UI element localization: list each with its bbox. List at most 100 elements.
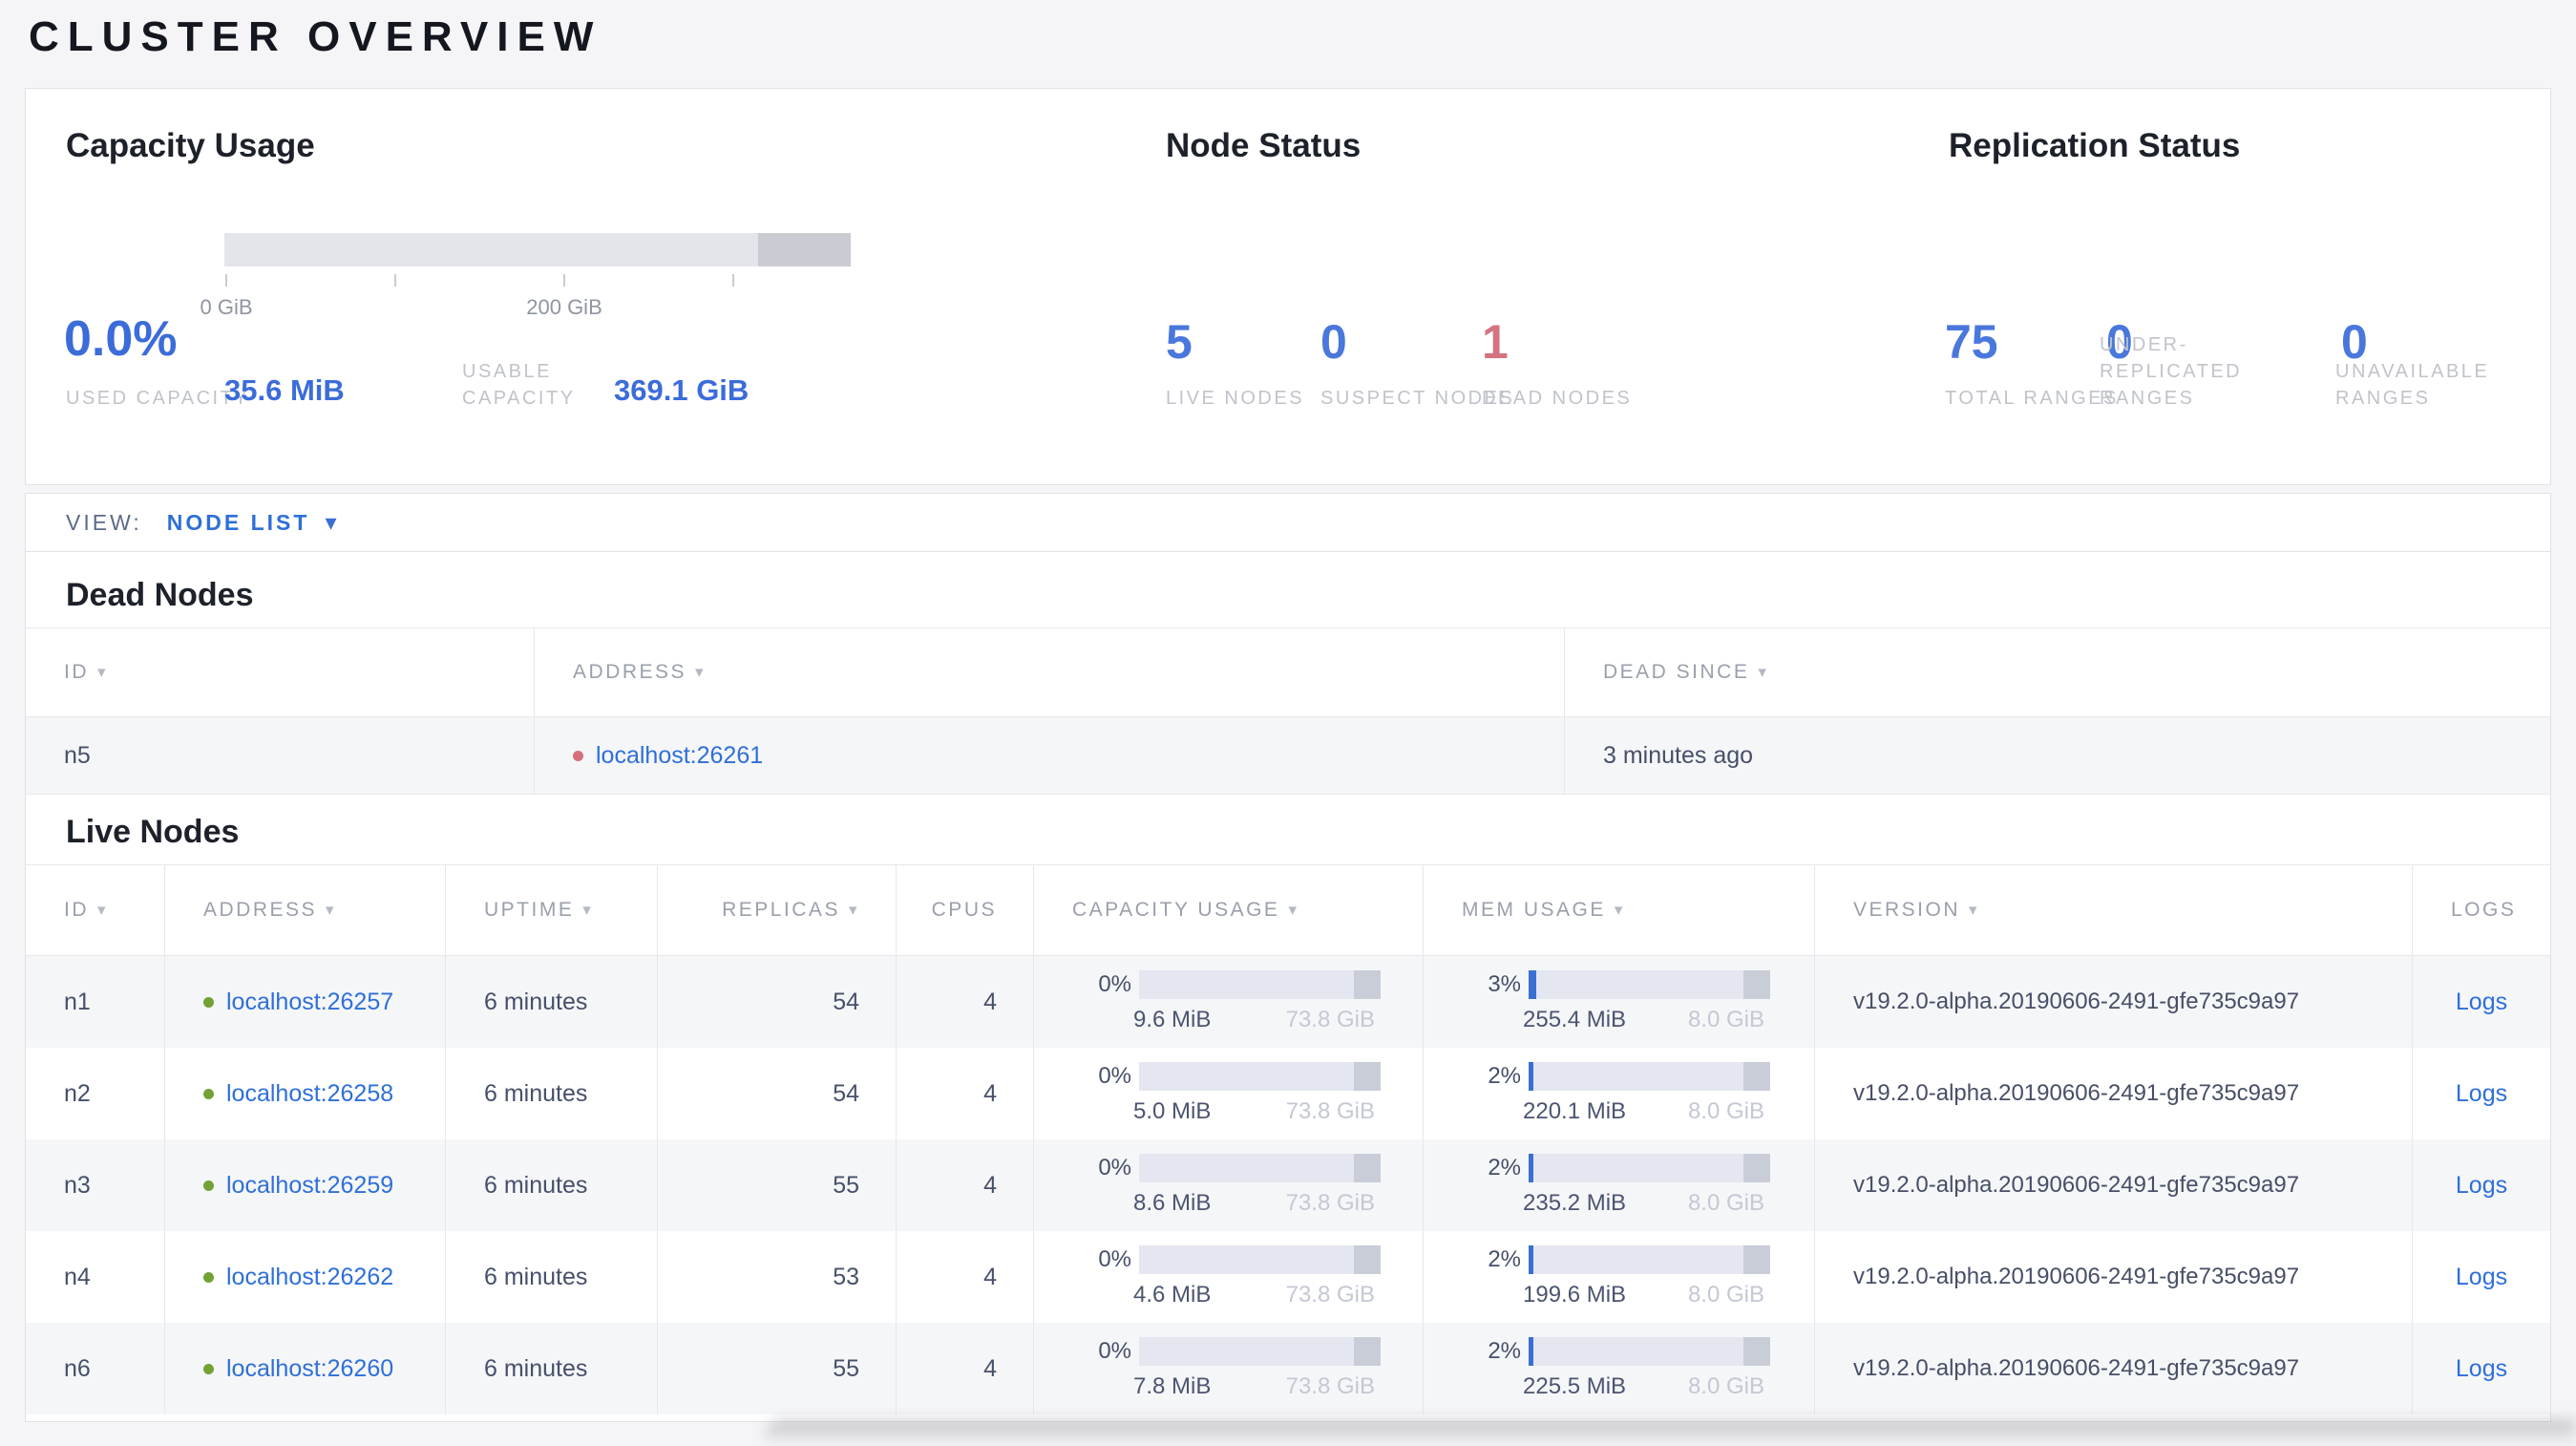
view-bar: VIEW: NODE LIST ▾	[26, 494, 2550, 552]
version-cell: v19.2.0-alpha.20190606-2491-gfe735c9a97	[1815, 956, 2413, 1048]
capacity-usage-bar	[224, 233, 851, 266]
dead-status-dot	[573, 750, 583, 761]
sort-arrow-icon: ▾	[1614, 901, 1625, 919]
logs-link[interactable]: Logs	[2456, 989, 2507, 1016]
node-list-card: VIEW: NODE LIST ▾ Dead Nodes ID ▾ ADDRES…	[25, 493, 2551, 1422]
live-col-id[interactable]: ID ▾	[26, 865, 165, 955]
live-col-version[interactable]: VERSION ▾	[1815, 865, 2413, 955]
table-row: n2 localhost:26258 6 minutes 54 4 0% 5.0…	[26, 1048, 2550, 1139]
sort-arrow-icon: ▾	[848, 901, 859, 919]
node-address-link[interactable]: localhost:26257	[226, 989, 393, 1016]
node-address-cell: localhost:26259	[165, 1139, 446, 1231]
mem-percent: 2%	[1488, 1155, 1521, 1180]
live-col-uptime[interactable]: UPTIME ▾	[446, 865, 658, 955]
cluster-overview-page: CLUSTER OVERVIEW Capacity Usage 0.0% 0 G…	[0, 0, 2576, 1446]
capacity-axis-tick-0: 0 GiB	[200, 295, 253, 319]
capacity-usage-cell: 0% 5.0 MiB 73.8 GiB	[1034, 1048, 1424, 1139]
page-title: CLUSTER OVERVIEW	[29, 13, 602, 60]
logs-link[interactable]: Logs	[2456, 1172, 2507, 1200]
node-status-title: Node Status	[1166, 127, 1362, 164]
dead-col-id[interactable]: ID ▾	[26, 628, 535, 716]
mem-usage-bar	[1529, 1337, 1770, 1366]
capacity-used-value: 4.6 MiB	[1133, 1282, 1212, 1308]
cpus-cell: 4	[897, 1048, 1034, 1139]
capacity-total-value: 73.8 GiB	[1285, 1373, 1375, 1399]
capacity-percent-value: 0.0%	[64, 311, 178, 367]
capacity-used-value: 8.6 MiB	[1133, 1190, 1212, 1216]
mem-usage-cell: 2% 199.6 MiB 8.0 GiB	[1424, 1231, 1815, 1323]
mem-usage-bar	[1529, 970, 1770, 999]
cpus-cell: 4	[897, 1231, 1034, 1323]
mem-bar-reserved-segment	[1743, 1154, 1770, 1182]
mem-used-value: 199.6 MiB	[1523, 1282, 1627, 1308]
version-cell: v19.2.0-alpha.20190606-2491-gfe735c9a97	[1815, 1323, 2413, 1414]
capacity-percent: 0%	[1098, 971, 1131, 997]
dead-col-dead-since[interactable]: DEAD SINCE ▾	[1565, 628, 2550, 716]
capacity-usage-bar	[1139, 1154, 1381, 1182]
mem-bar-reserved-segment	[1743, 1245, 1770, 1274]
uptime-cell: 6 minutes	[446, 1231, 658, 1323]
capacity-total-value: 73.8 GiB	[1285, 1007, 1375, 1032]
live-col-address[interactable]: ADDRESS ▾	[165, 865, 446, 955]
live-col-cpus[interactable]: CPUS	[897, 865, 1034, 955]
node-address-link[interactable]: localhost:26259	[226, 1172, 393, 1200]
mem-total-value: 8.0 GiB	[1687, 1007, 1764, 1032]
chevron-down-icon: ▾	[325, 509, 340, 536]
mem-usage-cell: 2% 220.1 MiB 8.0 GiB	[1424, 1048, 1815, 1139]
mem-total-value: 8.0 GiB	[1687, 1373, 1764, 1399]
node-address-link[interactable]: localhost:26258	[226, 1080, 393, 1108]
capacity-used-value: 5.0 MiB	[1133, 1098, 1212, 1124]
mem-used-value: 220.1 MiB	[1523, 1098, 1627, 1124]
capacity-bar-reserved-segment	[1354, 1245, 1381, 1274]
usable-capacity-value: 369.1 GiB	[614, 373, 750, 407]
mem-usage-cell: 3% 255.4 MiB 8.0 GiB	[1424, 956, 1815, 1048]
capacity-bar-used-segment	[758, 233, 851, 266]
capacity-bar-reserved-segment	[1354, 970, 1381, 999]
live-col-mem[interactable]: MEM USAGE ▾	[1424, 865, 1815, 955]
dead-node-id-cell: n5	[26, 717, 535, 794]
capacity-usage-bar	[1139, 1245, 1381, 1274]
mem-bar-reserved-segment	[1743, 1337, 1770, 1366]
live-nodes-table: ID ▾ ADDRESS ▾ UPTIME ▾ REPLICAS ▾ CPUS	[26, 864, 2550, 1414]
mem-usage-bar	[1529, 1154, 1770, 1182]
node-address-link[interactable]: localhost:26262	[226, 1264, 393, 1291]
mem-used-value: 255.4 MiB	[1523, 1007, 1627, 1032]
node-address-link[interactable]: localhost:26260	[226, 1355, 393, 1383]
capacity-usage-cell: 0% 7.8 MiB 73.8 GiB	[1034, 1323, 1424, 1414]
live-col-capacity[interactable]: CAPACITY USAGE ▾	[1034, 865, 1424, 955]
sort-arrow-icon: ▾	[97, 901, 109, 919]
mem-bar-reserved-segment	[1743, 970, 1770, 999]
replicas-cell: 54	[658, 1048, 897, 1139]
logs-cell: Logs	[2413, 1323, 2550, 1414]
cpus-cell: 4	[897, 1323, 1034, 1414]
node-address-cell: localhost:26257	[165, 956, 446, 1048]
logs-link[interactable]: Logs	[2456, 1355, 2507, 1383]
view-mode-dropdown[interactable]: NODE LIST ▾	[167, 509, 340, 537]
mem-percent: 2%	[1488, 1338, 1521, 1364]
mem-bar-reserved-segment	[1743, 1062, 1770, 1091]
capacity-usage-bar	[1139, 1337, 1381, 1366]
uptime-cell: 6 minutes	[446, 1139, 658, 1231]
node-id-cell: n6	[26, 1323, 165, 1414]
capacity-usage-bar	[1139, 970, 1381, 999]
logs-link[interactable]: Logs	[2456, 1080, 2507, 1108]
uptime-cell: 6 minutes	[446, 1323, 658, 1414]
mem-bar-fill	[1529, 970, 1536, 999]
mem-total-value: 8.0 GiB	[1687, 1190, 1764, 1216]
node-address-link[interactable]: localhost:26261	[596, 742, 763, 770]
dead-col-address[interactable]: ADDRESS ▾	[535, 628, 1565, 716]
mem-bar-fill	[1529, 1245, 1534, 1274]
uptime-cell: 6 minutes	[446, 956, 658, 1048]
capacity-usage-title: Capacity Usage	[66, 127, 315, 164]
live-col-replicas[interactable]: REPLICAS ▾	[658, 865, 897, 955]
bottom-scroll-shadow	[764, 1420, 2576, 1446]
mem-percent: 3%	[1488, 971, 1521, 997]
dead-node-address-cell: localhost:26261	[535, 717, 1565, 794]
mem-usage-bar	[1529, 1062, 1770, 1091]
capacity-bar-reserved-segment	[1354, 1337, 1381, 1366]
logs-link[interactable]: Logs	[2456, 1264, 2507, 1291]
dead-nodes-header-row: ID ▾ ADDRESS ▾ DEAD SINCE ▾	[26, 627, 2550, 717]
sort-arrow-icon: ▾	[1288, 901, 1299, 919]
capacity-bar-reserved-segment	[1354, 1154, 1381, 1182]
version-cell: v19.2.0-alpha.20190606-2491-gfe735c9a97	[1815, 1139, 2413, 1231]
